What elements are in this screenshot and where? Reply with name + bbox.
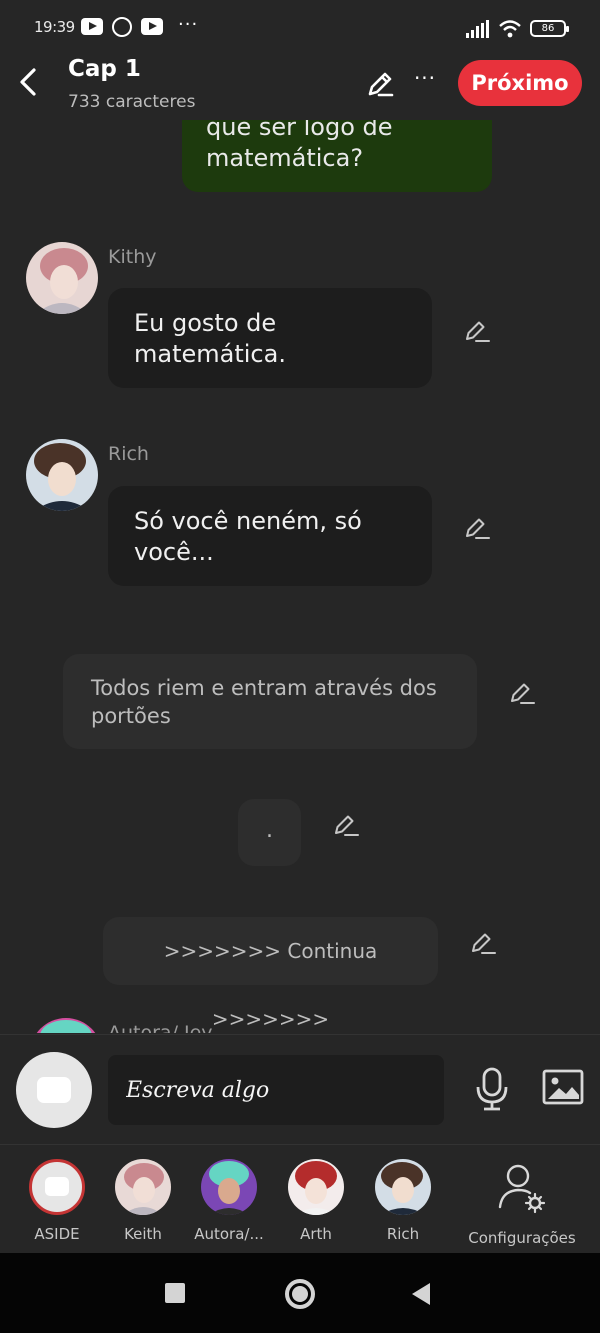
whatsapp-icon — [112, 17, 132, 37]
signal-icon — [466, 20, 489, 38]
avatar-rich — [375, 1159, 431, 1215]
character-label: Keith — [124, 1225, 162, 1243]
character-autora[interactable]: Autora/... — [186, 1159, 272, 1243]
edit-message-pencil-icon[interactable] — [469, 929, 497, 957]
speaker-name: Autora/ Jey — [108, 1022, 213, 1033]
next-button[interactable]: Próximo — [458, 60, 582, 106]
back-triangle-icon[interactable] — [412, 1283, 430, 1305]
avatar-keith — [115, 1159, 171, 1215]
character-label: Rich — [386, 1225, 420, 1243]
home-icon[interactable] — [285, 1279, 315, 1309]
character-keith[interactable]: Keith — [100, 1159, 186, 1243]
message-bubble[interactable]: Só você neném, só você... — [108, 486, 432, 586]
narration-bubble[interactable]: >>>>>>> Continua >>>>>>> — [103, 917, 438, 1031]
own-message-bubble[interactable]: que ser logo de matemática? — [182, 120, 492, 192]
youtube-icon — [141, 18, 163, 35]
youtube-icon — [81, 18, 103, 35]
character-selector-bar: ASIDE Keith Autora/... Arth Rich Configu… — [0, 1144, 600, 1253]
message-bubble[interactable]: Eu gosto de matemática. — [108, 288, 432, 388]
avatar-arth — [288, 1159, 344, 1215]
aside-toggle-button[interactable] — [16, 1052, 92, 1128]
narration-bubble[interactable]: . — [238, 799, 301, 866]
wifi-icon — [499, 20, 521, 38]
avatar-rich[interactable] — [26, 439, 98, 511]
microphone-icon[interactable] — [474, 1067, 510, 1111]
chapter-header: Cap 1 733 caracteres ··· Próximo — [0, 56, 600, 120]
status-time: 19:39 — [34, 18, 75, 36]
character-label: ASIDE — [34, 1225, 80, 1243]
speaker-name: Rich — [108, 443, 149, 465]
avatar-autora — [201, 1159, 257, 1215]
edit-message-pencil-icon[interactable] — [463, 514, 491, 542]
character-aside[interactable]: ASIDE — [14, 1159, 100, 1243]
chat-area[interactable]: que ser logo de matemática? Kithy Eu gos… — [0, 120, 600, 1033]
edit-message-pencil-icon[interactable] — [463, 317, 491, 345]
narration-bubble[interactable]: Todos riem e entram através dos portões — [63, 654, 477, 749]
battery-icon: 86 — [530, 20, 569, 37]
character-count: 733 caracteres — [68, 92, 196, 112]
avatar-autora[interactable] — [30, 1018, 102, 1033]
status-bar: 19:39 ··· 86 — [0, 0, 600, 56]
edit-message-pencil-icon[interactable] — [508, 679, 536, 707]
settings-button[interactable]: Configurações — [468, 1159, 576, 1247]
character-label: Autora/... — [194, 1225, 264, 1243]
speaker-name: Kithy — [108, 246, 157, 268]
edit-message-pencil-icon[interactable] — [332, 811, 360, 839]
character-label: Configurações — [468, 1229, 576, 1247]
image-icon[interactable] — [542, 1069, 584, 1105]
settings-person-icon — [498, 1164, 546, 1214]
character-arth[interactable]: Arth — [273, 1159, 359, 1243]
message-input[interactable] — [108, 1055, 444, 1125]
chapter-title: Cap 1 — [68, 56, 141, 82]
more-options-icon[interactable]: ··· — [410, 66, 440, 96]
composer-bar — [0, 1034, 600, 1144]
edit-title-pencil-icon[interactable] — [364, 68, 396, 100]
back-arrow-icon[interactable] — [14, 66, 42, 98]
more-dots-icon: ··· — [178, 14, 199, 35]
recent-apps-icon[interactable] — [165, 1283, 185, 1303]
aside-icon — [37, 1077, 71, 1103]
avatar-kithy[interactable] — [26, 242, 98, 314]
character-rich[interactable]: Rich — [360, 1159, 446, 1243]
system-nav-bar — [0, 1253, 600, 1333]
aside-icon — [29, 1159, 85, 1215]
character-label: Arth — [300, 1225, 332, 1243]
